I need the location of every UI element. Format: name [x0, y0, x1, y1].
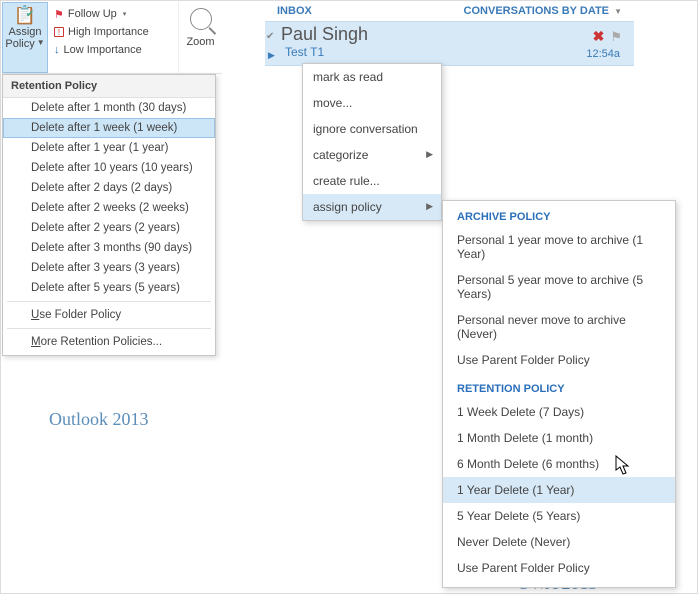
archive-item[interactable]: Personal 5 year move to archive (5 Years… — [443, 267, 675, 307]
ctx-ignore-conversation[interactable]: ignore conversation — [303, 116, 441, 142]
ctx-move[interactable]: move... — [303, 90, 441, 116]
assign-policy-submenu: ARCHIVE POLICY Personal 1 year move to a… — [442, 200, 676, 588]
chevron-down-icon: ▾ — [123, 10, 127, 18]
retention-item[interactable]: Delete after 2 weeks (2 weeks) — [3, 198, 215, 218]
sort-label: CONVERSATIONS BY DATE — [464, 5, 609, 17]
retention-sub-item[interactable]: Use Parent Folder Policy — [443, 555, 675, 581]
follow-up-label: Follow Up — [68, 8, 117, 20]
inbox-header[interactable]: INBOX — [277, 5, 312, 17]
low-importance-button[interactable]: ↓ Low Importance — [54, 41, 172, 59]
retention-item[interactable]: Delete after 3 years (3 years) — [3, 258, 215, 278]
retention-header: Retention Policy — [3, 75, 215, 98]
retention-sub-item[interactable]: 6 Month Delete (6 months) — [443, 451, 675, 477]
zoom-label: Zoom — [186, 36, 214, 48]
caption-outlook: Outlook 2013 — [49, 409, 149, 430]
message-row[interactable]: ✔ ▶ Paul Singh Test T1 ✖ ⚑ 12:54a — [265, 21, 634, 66]
retention-policy-header: RETENTION POLICY — [443, 373, 675, 399]
retention-item[interactable]: Delete after 2 years (2 years) — [3, 218, 215, 238]
ctx-mark-as-read[interactable]: mark as read — [303, 64, 441, 90]
sender-name: Paul Singh — [281, 24, 622, 45]
assign-policy-button[interactable]: 📋✔ Assign Policy ▼ — [2, 2, 48, 73]
chevron-down-icon: ▼ — [37, 37, 45, 49]
ctx-categorize-label: categorize — [313, 148, 368, 162]
retention-item[interactable]: Delete after 3 months (90 days) — [3, 238, 215, 258]
retention-item[interactable]: Delete after 5 years (5 years) — [3, 278, 215, 298]
retention-sub-item[interactable]: 1 Week Delete (7 Days) — [443, 399, 675, 425]
ctx-assign-policy[interactable]: assign policy ▶ — [303, 194, 441, 220]
message-time: 12:54a — [586, 48, 620, 60]
low-importance-icon: ↓ — [54, 44, 60, 56]
assign-policy-icon: 📋✔ — [14, 5, 36, 26]
retention-sub-item[interactable]: Never Delete (Never) — [443, 529, 675, 555]
ctx-assign-policy-label: assign policy — [313, 200, 382, 214]
high-importance-button[interactable]: ! High Importance — [54, 23, 172, 41]
retention-item[interactable]: Delete after 1 month (30 days) — [3, 98, 215, 118]
chevron-down-icon: ▼ — [614, 7, 622, 16]
zoom-icon — [190, 8, 212, 30]
subject: Test T1 — [285, 45, 622, 59]
submenu-arrow-icon: ▶ — [426, 201, 433, 212]
ctx-categorize[interactable]: categorize ▶ — [303, 142, 441, 168]
use-folder-policy[interactable]: Use Folder Policy — [3, 305, 215, 325]
retention-item[interactable]: Delete after 2 days (2 days) — [3, 178, 215, 198]
low-importance-label: Low Importance — [64, 44, 142, 56]
retention-sub-item[interactable]: 5 Year Delete (5 Years) — [443, 503, 675, 529]
retention-policy-menu: Retention Policy Delete after 1 month (3… — [2, 74, 216, 356]
retention-item[interactable]: Delete after 10 years (10 years) — [3, 158, 215, 178]
archive-item[interactable]: Personal never move to archive (Never) — [443, 307, 675, 347]
flag-icon[interactable]: ⚑ — [610, 29, 622, 45]
separator — [7, 301, 211, 302]
retention-item-selected[interactable]: Delete after 1 week (1 week) — [3, 118, 215, 138]
submenu-arrow-icon: ▶ — [426, 149, 433, 160]
retention-sub-item-selected[interactable]: 1 Year Delete (1 Year) — [443, 477, 675, 503]
ctx-create-rule[interactable]: create rule... — [303, 168, 441, 194]
retention-item[interactable]: Delete after 1 year (1 year) — [3, 138, 215, 158]
follow-up-button[interactable]: ⚑ Follow Up ▾ — [54, 5, 172, 23]
delete-icon[interactable]: ✖ — [593, 28, 605, 45]
flag-icon: ⚑ — [54, 8, 64, 21]
high-importance-label: High Importance — [68, 26, 149, 38]
archive-item[interactable]: Use Parent Folder Policy — [443, 347, 675, 373]
assign-label-2: Policy — [5, 38, 34, 50]
context-menu: mark as read move... ignore conversation… — [302, 63, 442, 221]
separator — [7, 328, 211, 329]
zoom-button[interactable]: Zoom — [178, 2, 222, 73]
archive-item[interactable]: Personal 1 year move to archive (1 Year) — [443, 227, 675, 267]
more-retention-policies[interactable]: More Retention Policies... — [3, 332, 215, 352]
retention-sub-item[interactable]: 1 Month Delete (1 month) — [443, 425, 675, 451]
check-icon: ✔ — [266, 31, 274, 42]
sort-header[interactable]: CONVERSATIONS BY DATE ▼ — [464, 5, 622, 17]
expand-icon[interactable]: ▶ — [268, 50, 275, 61]
high-importance-icon: ! — [54, 27, 64, 37]
archive-policy-header: ARCHIVE POLICY — [443, 201, 675, 227]
